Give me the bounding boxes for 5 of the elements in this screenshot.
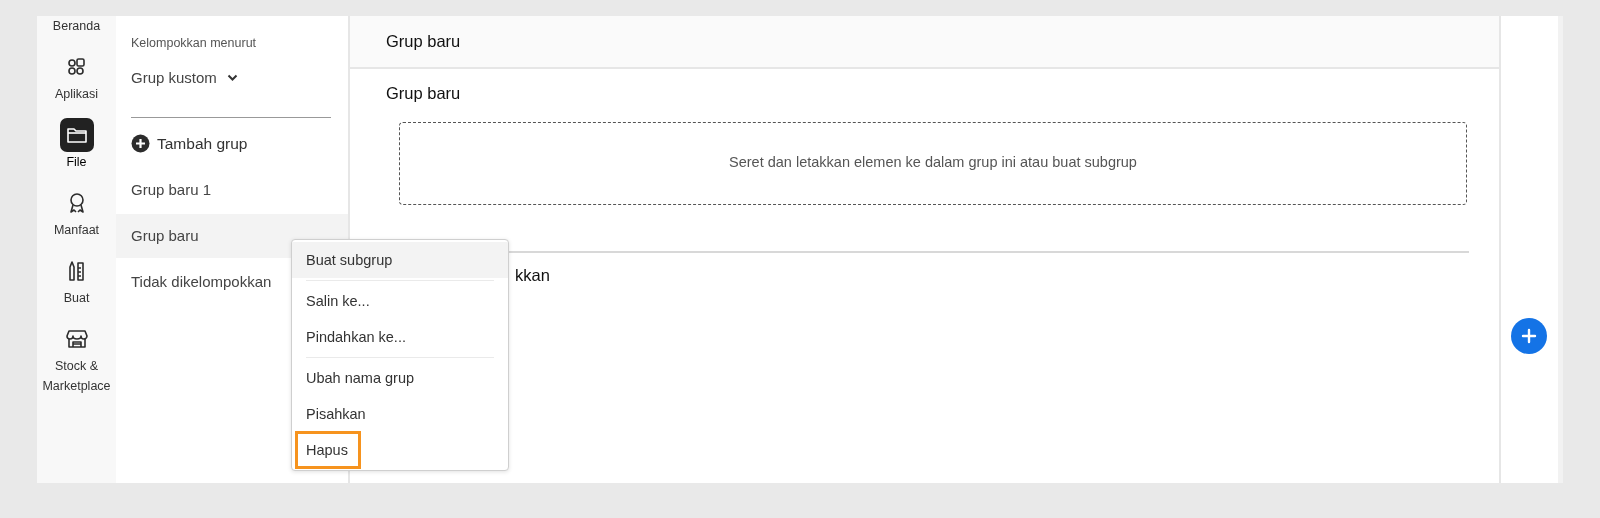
section-title: Grup baru xyxy=(385,83,462,104)
group-by-label: Kelompokkan menurut xyxy=(130,35,258,52)
section-title: kkan xyxy=(515,264,550,286)
drop-zone-hint: Seret dan letakkan elemen ke dalam grup ini atau buat subgrup xyxy=(729,153,1137,173)
group-header: Grup baru xyxy=(350,16,1499,69)
